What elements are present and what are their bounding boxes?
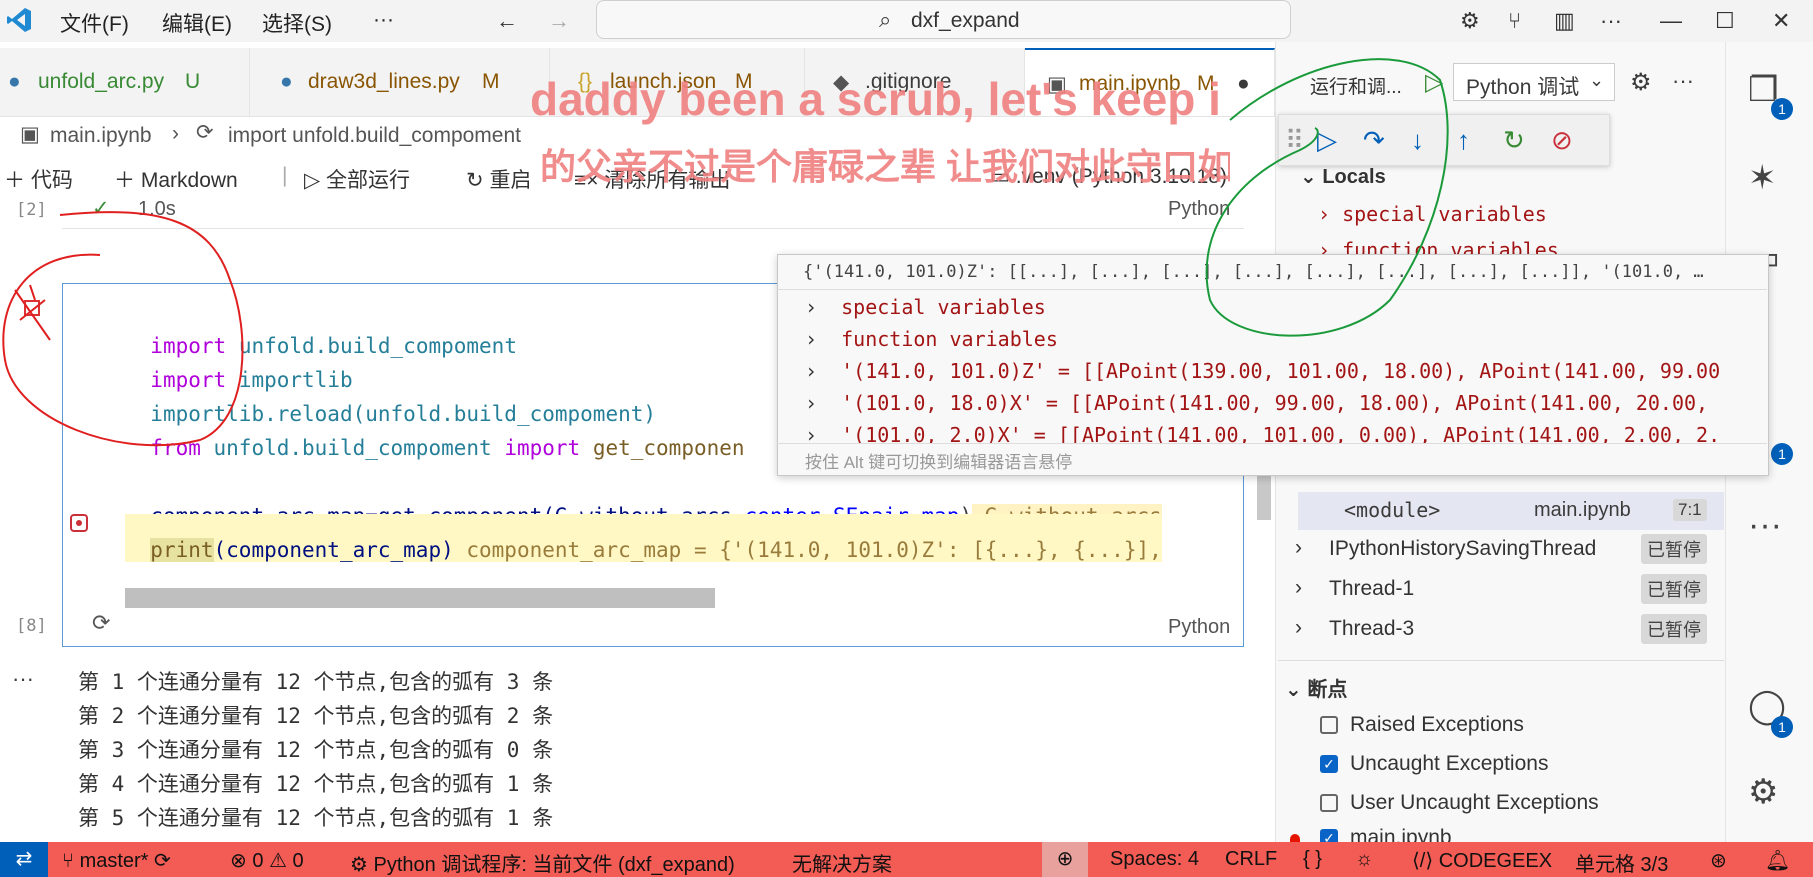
green-circle-annotation <box>1205 58 1449 337</box>
annotation-layer <box>2 58 1449 447</box>
red-cross-annotation <box>14 284 51 341</box>
overlay-caption-chinese: 的父亲不过是个庸碌之辈 让我们对此守口如瓶 <box>540 146 1230 187</box>
overlay-caption-english: daddy been a scrub, let's keep it <box>530 73 1220 125</box>
red-circle-annotation <box>2 211 244 447</box>
